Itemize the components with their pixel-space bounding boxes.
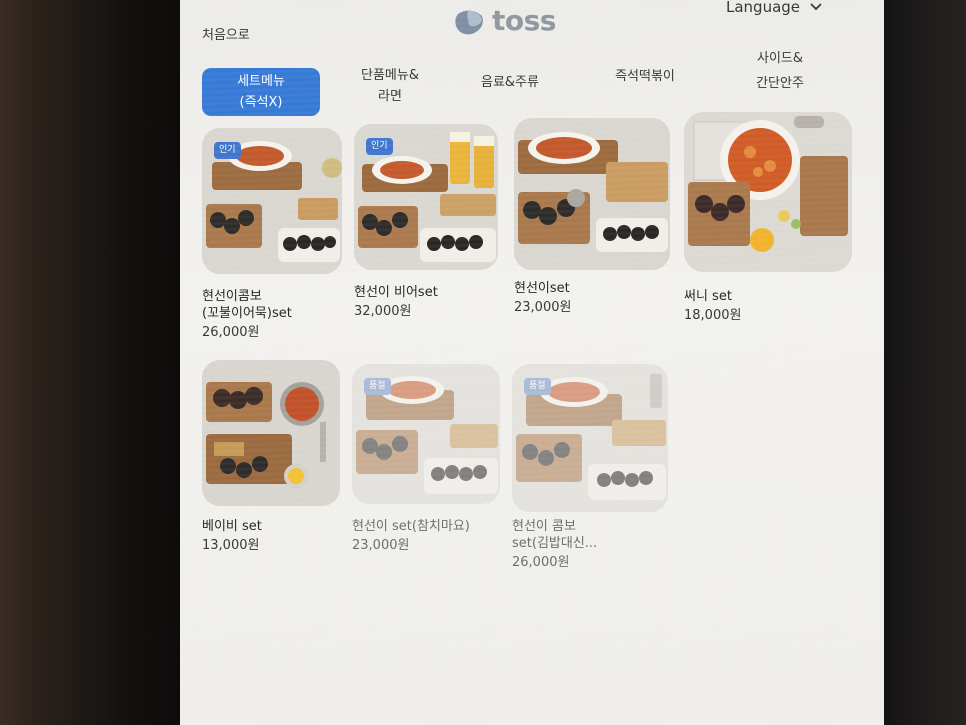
menu-item-name-line2: set(김밥대신... [512, 536, 598, 551]
menu-item-image: 품절 [352, 364, 500, 504]
menu-item-card[interactable]: 써니 set 18,000원 [684, 112, 852, 324]
tab-drinks[interactable]: 음료&주류 [470, 72, 550, 93]
tab-single-menu[interactable]: 단품메뉴& 라면 [350, 65, 430, 107]
sold-out-badge: 품절 [364, 378, 391, 395]
popular-badge: 인기 [214, 142, 241, 159]
menu-item-price: 13,000원 [202, 538, 260, 553]
menu-item-image [514, 118, 670, 270]
menu-item-card-sold-out[interactable]: 품절 현선이 콤보 set(김밥대신... 26,000원 [512, 364, 668, 571]
menu-item-name-line1: 현선이 비어set [354, 285, 438, 300]
category-tabs: 세트메뉴 (즉석X) 단품메뉴& 라면 음료&주류 즉석떡볶이 사이드& 간단안… [180, 0, 884, 120]
menu-item-image: 품절 [512, 364, 668, 512]
tab-label-line1: 단품메뉴& [361, 68, 419, 83]
menu-item-image [202, 360, 340, 506]
menu-item-card[interactable]: 현선이set 23,000원 [514, 118, 670, 316]
menu-item-name-line1: 현선이set [514, 281, 570, 296]
menu-item-price: 18,000원 [684, 308, 742, 323]
menu-item-name: 현선이set [514, 280, 660, 297]
menu-item-name-line1: 현선이콤보 [202, 289, 262, 304]
kiosk-screen: 처음으로 toss Language 세트메뉴 (즉석X) 단품메뉴& 라면 음… [180, 0, 884, 725]
menu-item-price: 23,000원 [352, 538, 410, 553]
tab-side-snacks[interactable]: 사이드& 간단안주 [740, 48, 820, 94]
sold-out-badge: 품절 [524, 378, 551, 395]
menu-item-price: 23,000원 [514, 300, 572, 315]
menu-item-name-line1: 현선이 set(참치마요) [352, 519, 470, 534]
tab-label-line1: 음료&주류 [481, 75, 539, 90]
tab-label-line2: 간단안주 [756, 76, 804, 91]
menu-item-card[interactable]: 인기 현선이 비어set 32,000원 [354, 124, 500, 320]
menu-item-name: 현선이 콤보 set(김밥대신... [512, 518, 658, 552]
menu-item-image: 인기 [354, 124, 498, 270]
menu-item-name-line1: 베이비 set [202, 519, 262, 534]
device-bezel-right [884, 0, 966, 725]
menu-item-price: 26,000원 [512, 555, 570, 570]
tab-label-line2: 라면 [378, 89, 402, 104]
menu-item-name-line2: (꼬불이어묵)set [202, 306, 292, 321]
menu-item-name: 현선이 set(참치마요) [352, 518, 498, 535]
tab-label-line2: (즉석X) [239, 95, 283, 110]
tab-label-line1: 사이드& [756, 51, 804, 66]
menu-item-card[interactable]: 인기 현선이콤보 (꼬불이어묵)set 26,000원 [202, 128, 348, 341]
menu-item-card-sold-out[interactable]: 품절 현선이 set(참치마요) 23,000원 [352, 364, 500, 554]
menu-item-image [684, 112, 852, 272]
tab-label-line1: 세트메뉴 [237, 74, 285, 89]
tab-tteokbokki[interactable]: 즉석떡볶이 [600, 66, 690, 87]
popular-badge: 인기 [366, 138, 393, 155]
menu-item-name: 현선이 비어set [354, 284, 500, 301]
menu-item-price: 32,000원 [354, 304, 412, 319]
menu-item-price: 26,000원 [202, 325, 260, 340]
tab-label-line1: 즉석떡볶이 [615, 69, 675, 84]
menu-item-image: 인기 [202, 128, 342, 274]
menu-item-name-line1: 현선이 콤보 [512, 519, 576, 534]
menu-item-name: 써니 set [684, 288, 830, 305]
menu-item-name-line1: 써니 set [684, 289, 732, 304]
menu-item-card[interactable]: 베이비 set 13,000원 [202, 360, 348, 554]
menu-item-name: 베이비 set [202, 518, 348, 535]
device-bezel-left [0, 0, 180, 725]
tab-set-menu[interactable]: 세트메뉴 (즉석X) [202, 68, 320, 116]
menu-item-name: 현선이콤보 (꼬불이어묵)set [202, 288, 348, 322]
